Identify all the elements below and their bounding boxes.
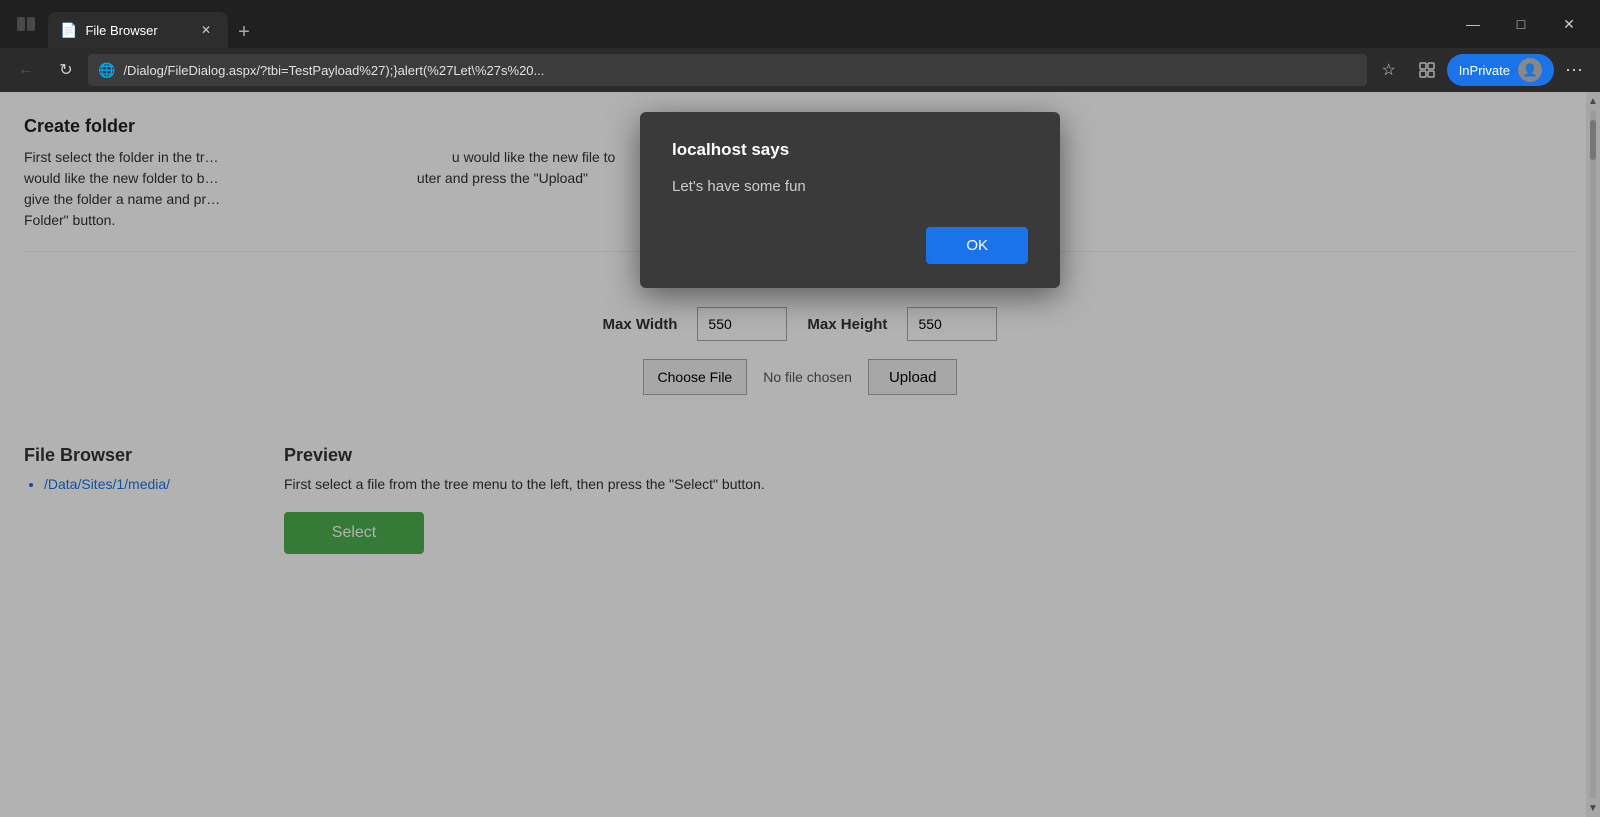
title-bar: 📄 File Browser ✕ + — □ ✕: [0, 0, 1600, 48]
back-button[interactable]: ←: [8, 52, 44, 88]
tab-area: 📄 File Browser ✕ +: [48, 0, 1446, 48]
minimize-button[interactable]: —: [1450, 8, 1496, 40]
new-tab-button[interactable]: +: [228, 16, 260, 48]
refresh-button[interactable]: ↻: [48, 52, 84, 88]
more-options-button[interactable]: ⋯: [1556, 52, 1592, 88]
window-controls: — □ ✕: [1450, 8, 1592, 40]
active-tab[interactable]: 📄 File Browser ✕: [48, 12, 228, 48]
sidebar-toggle-button[interactable]: [8, 6, 44, 42]
tab-title: File Browser: [85, 23, 188, 38]
modal-button-row: OK: [672, 227, 1028, 264]
address-bar[interactable]: 🌐 /Dialog/FileDialog.aspx/?tbi=TestPaylo…: [88, 54, 1367, 86]
modal-dialog: localhost says Let's have some fun OK: [640, 112, 1060, 288]
modal-overlay: localhost says Let's have some fun OK: [0, 92, 1600, 817]
favorites-button[interactable]: ☆: [1371, 52, 1407, 88]
collections-button[interactable]: [1409, 52, 1445, 88]
profile-avatar: 👤: [1518, 58, 1542, 82]
nav-actions: ☆ InPrivate 👤 ⋯: [1371, 52, 1592, 88]
inprivate-button[interactable]: InPrivate 👤: [1447, 54, 1554, 86]
maximize-button[interactable]: □: [1498, 8, 1544, 40]
address-text: /Dialog/FileDialog.aspx/?tbi=TestPayload…: [123, 63, 1356, 78]
modal-title: localhost says: [672, 140, 1028, 160]
page-area: Create folder First select the folder in…: [0, 92, 1600, 817]
modal-message: Let's have some fun: [672, 178, 1028, 195]
tab-icon: 📄: [60, 22, 77, 39]
title-bar-left: [8, 6, 44, 42]
inprivate-label: InPrivate: [1459, 63, 1510, 78]
modal-ok-button[interactable]: OK: [926, 227, 1028, 264]
tab-close-button[interactable]: ✕: [196, 20, 216, 40]
close-button[interactable]: ✕: [1546, 8, 1592, 40]
nav-bar: ← ↻ 🌐 /Dialog/FileDialog.aspx/?tbi=TestP…: [0, 48, 1600, 92]
globe-icon: 🌐: [98, 62, 115, 79]
